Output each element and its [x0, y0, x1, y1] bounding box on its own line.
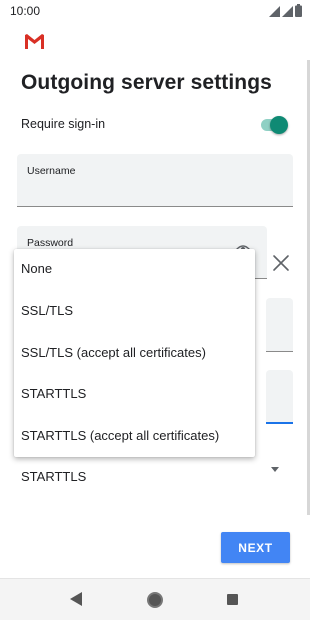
toggle-thumb — [270, 116, 288, 134]
security-type-menu: None SSL/TLS SSL/TLS (accept all certifi… — [14, 249, 255, 457]
server-field[interactable] — [266, 298, 293, 352]
port-field[interactable] — [266, 370, 293, 424]
page-title: Outgoing server settings — [21, 71, 272, 94]
next-button[interactable]: NEXT — [221, 532, 290, 563]
require-sign-in-toggle[interactable] — [259, 113, 289, 135]
username-label: Username — [27, 165, 76, 177]
recents-icon[interactable] — [227, 594, 238, 605]
security-type-value[interactable]: STARTTLS — [21, 469, 86, 484]
close-icon[interactable] — [270, 252, 292, 274]
menu-item-none[interactable]: None — [14, 249, 255, 289]
menu-item-starttls[interactable]: STARTTLS — [14, 374, 255, 414]
scroll-indicator[interactable] — [307, 60, 310, 515]
status-time: 10:00 — [10, 4, 41, 18]
battery-icon — [295, 4, 302, 17]
back-icon[interactable] — [70, 592, 82, 606]
signal-icon — [282, 6, 293, 17]
chevron-down-icon[interactable] — [271, 467, 279, 472]
password-label: Password — [27, 237, 74, 249]
menu-item-starttls-accept-all[interactable]: STARTTLS (accept all certificates) — [14, 416, 255, 456]
menu-item-ssl-tls[interactable]: SSL/TLS — [14, 291, 255, 331]
status-bar: 10:00 — [0, 0, 310, 22]
navigation-bar — [0, 578, 310, 620]
home-icon[interactable] — [147, 592, 163, 608]
menu-item-ssl-tls-accept-all[interactable]: SSL/TLS (accept all certificates) — [14, 333, 255, 373]
require-sign-in-label: Require sign-in — [21, 117, 106, 131]
signal-icon — [269, 6, 280, 17]
status-icons — [269, 4, 302, 17]
username-field[interactable]: Username — [17, 154, 293, 207]
gmail-logo-icon — [25, 34, 44, 49]
